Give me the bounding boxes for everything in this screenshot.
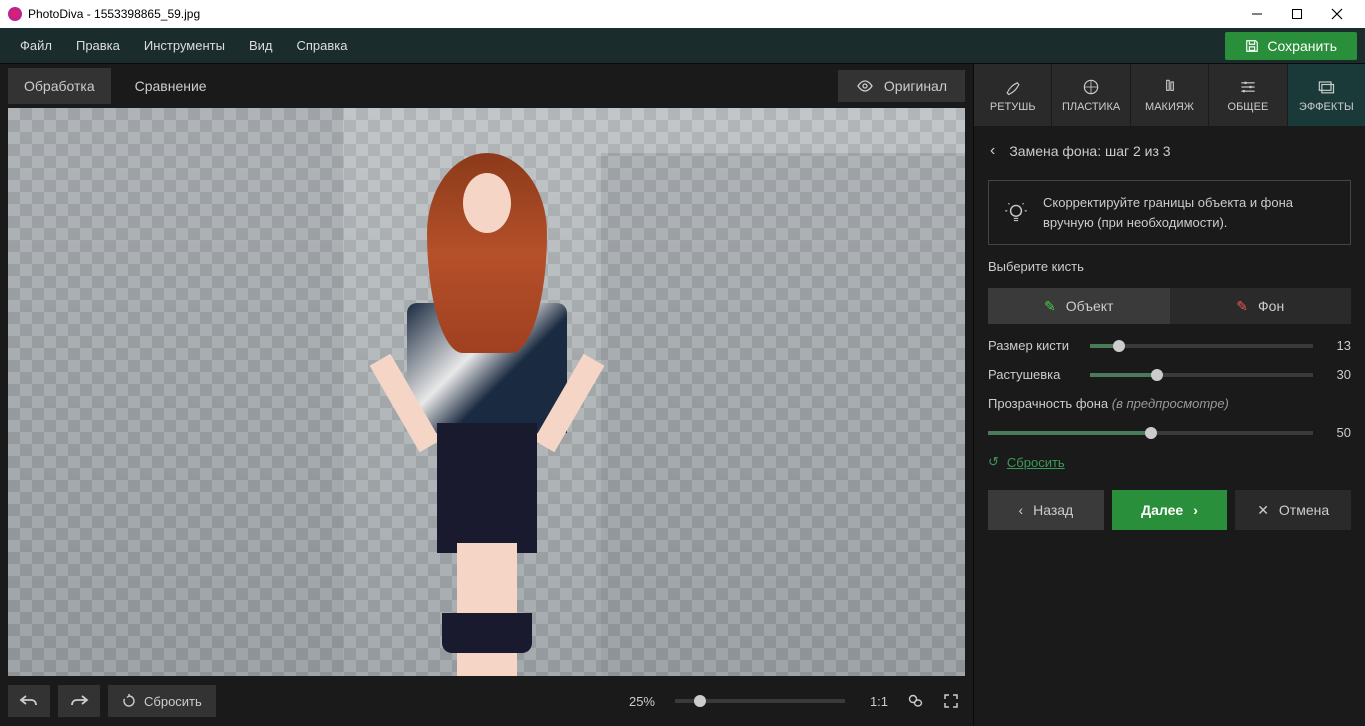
hint-text: Скорректируйте границы объекта и фона вр…: [1043, 193, 1336, 232]
window-title: PhotoDiva - 1553398865_59.jpg: [28, 7, 1237, 21]
reset-icon: [122, 694, 136, 708]
reset-label: Сбросить: [144, 694, 202, 709]
sliders-icon: [1238, 77, 1258, 97]
step-back-button[interactable]: ‹: [990, 142, 995, 160]
redo-button[interactable]: [58, 685, 100, 717]
brush-plus-icon: ✎: [1044, 298, 1056, 315]
original-toggle[interactable]: Оригинал: [838, 70, 965, 102]
brush-size-row: Размер кисти 13: [988, 338, 1351, 353]
size-slider[interactable]: [1090, 344, 1313, 348]
reset-arrow-icon: ↺: [988, 454, 999, 470]
size-label: Размер кисти: [988, 338, 1080, 353]
menu-help[interactable]: Справка: [284, 32, 359, 59]
tab-makeup[interactable]: МАКИЯЖ: [1131, 64, 1209, 126]
tab-plastic[interactable]: ПЛАСТИКА: [1052, 64, 1130, 126]
opacity-row: 50: [988, 425, 1351, 440]
tool-tabs: РЕТУШЬ ПЛАСТИКА МАКИЯЖ ОБЩЕЕ ЭФФЕКТЫ: [974, 64, 1365, 126]
step-header: ‹ Замена фона: шаг 2 из 3: [988, 136, 1351, 166]
menu-edit[interactable]: Правка: [64, 32, 132, 59]
step-title: Замена фона: шаг 2 из 3: [1009, 143, 1170, 159]
feather-slider[interactable]: [1090, 373, 1313, 377]
opacity-value: 50: [1323, 425, 1351, 440]
opacity-label: Прозрачность фона: [988, 396, 1108, 411]
nav-cancel-button[interactable]: ✕ Отмена: [1235, 490, 1351, 530]
brush-background-button[interactable]: ✎ Фон: [1170, 288, 1352, 324]
menubar: Файл Правка Инструменты Вид Справка Сохр…: [0, 28, 1365, 64]
retouch-icon: [1003, 77, 1023, 97]
original-label: Оригинал: [884, 78, 947, 94]
opacity-slider[interactable]: [988, 431, 1313, 435]
minimize-button[interactable]: [1237, 0, 1277, 28]
nav-row: ‹ Назад Далее › ✕ Отмена: [974, 480, 1365, 530]
save-label: Сохранить: [1267, 38, 1337, 54]
zoom-slider[interactable]: [675, 699, 845, 703]
menu-view[interactable]: Вид: [237, 32, 285, 59]
eye-icon: [856, 80, 874, 92]
chevron-right-icon: ›: [1193, 502, 1198, 518]
fit-screen-button[interactable]: [901, 687, 929, 715]
feather-value: 30: [1323, 367, 1351, 382]
makeup-icon: [1160, 77, 1180, 97]
menu-tools[interactable]: Инструменты: [132, 32, 237, 59]
tab-effects[interactable]: ЭФФЕКТЫ: [1288, 64, 1365, 126]
brush-object-button[interactable]: ✎ Объект: [988, 288, 1170, 324]
hint-box: Скорректируйте границы объекта и фона вр…: [988, 180, 1351, 245]
plastic-icon: [1081, 77, 1101, 97]
lightbulb-icon: [1003, 200, 1029, 226]
nav-back-button[interactable]: ‹ Назад: [988, 490, 1104, 530]
fullscreen-button[interactable]: [937, 687, 965, 715]
effects-icon: [1316, 77, 1336, 97]
save-icon: [1245, 39, 1259, 53]
view-tabs: Обработка Сравнение Оригинал: [0, 64, 973, 108]
tab-process[interactable]: Обработка: [8, 68, 111, 104]
size-value: 13: [1323, 338, 1351, 353]
close-icon: ✕: [1257, 502, 1269, 519]
bottom-toolbar: Сбросить 25% 1:1: [0, 676, 973, 726]
menu-file[interactable]: Файл: [8, 32, 64, 59]
fit-actual-button[interactable]: 1:1: [865, 687, 893, 715]
opacity-label-row: Прозрачность фона (в предпросмотре): [988, 396, 1351, 411]
nav-next-button[interactable]: Далее ›: [1112, 490, 1228, 530]
feather-row: Растушевка 30: [988, 367, 1351, 382]
chevron-left-icon: ‹: [1018, 502, 1023, 518]
zoom-value: 25%: [629, 694, 655, 709]
tab-general[interactable]: ОБЩЕЕ: [1209, 64, 1287, 126]
opacity-hint: (в предпросмотре): [1112, 396, 1229, 411]
brush-selector: ✎ Объект ✎ Фон: [988, 288, 1351, 324]
right-panel: РЕТУШЬ ПЛАСТИКА МАКИЯЖ ОБЩЕЕ ЭФФЕКТЫ ‹: [973, 64, 1365, 726]
image-canvas[interactable]: [8, 108, 965, 676]
save-button[interactable]: Сохранить: [1225, 32, 1357, 60]
feather-label: Растушевка: [988, 367, 1080, 382]
tab-compare[interactable]: Сравнение: [119, 68, 223, 104]
foreground-subject: [387, 153, 587, 653]
reset-button[interactable]: Сбросить: [108, 685, 216, 717]
tab-retouch[interactable]: РЕТУШЬ: [974, 64, 1052, 126]
reset-link-label: Сбросить: [1007, 455, 1065, 470]
brush-section-label: Выберите кисть: [988, 259, 1351, 274]
brush-minus-icon: ✎: [1236, 298, 1248, 315]
reset-link[interactable]: ↺ Сбросить: [988, 454, 1351, 470]
close-button[interactable]: [1317, 0, 1357, 28]
titlebar: PhotoDiva - 1553398865_59.jpg: [0, 0, 1365, 28]
maximize-button[interactable]: [1277, 0, 1317, 28]
app-logo-icon: [8, 7, 22, 21]
undo-button[interactable]: [8, 685, 50, 717]
